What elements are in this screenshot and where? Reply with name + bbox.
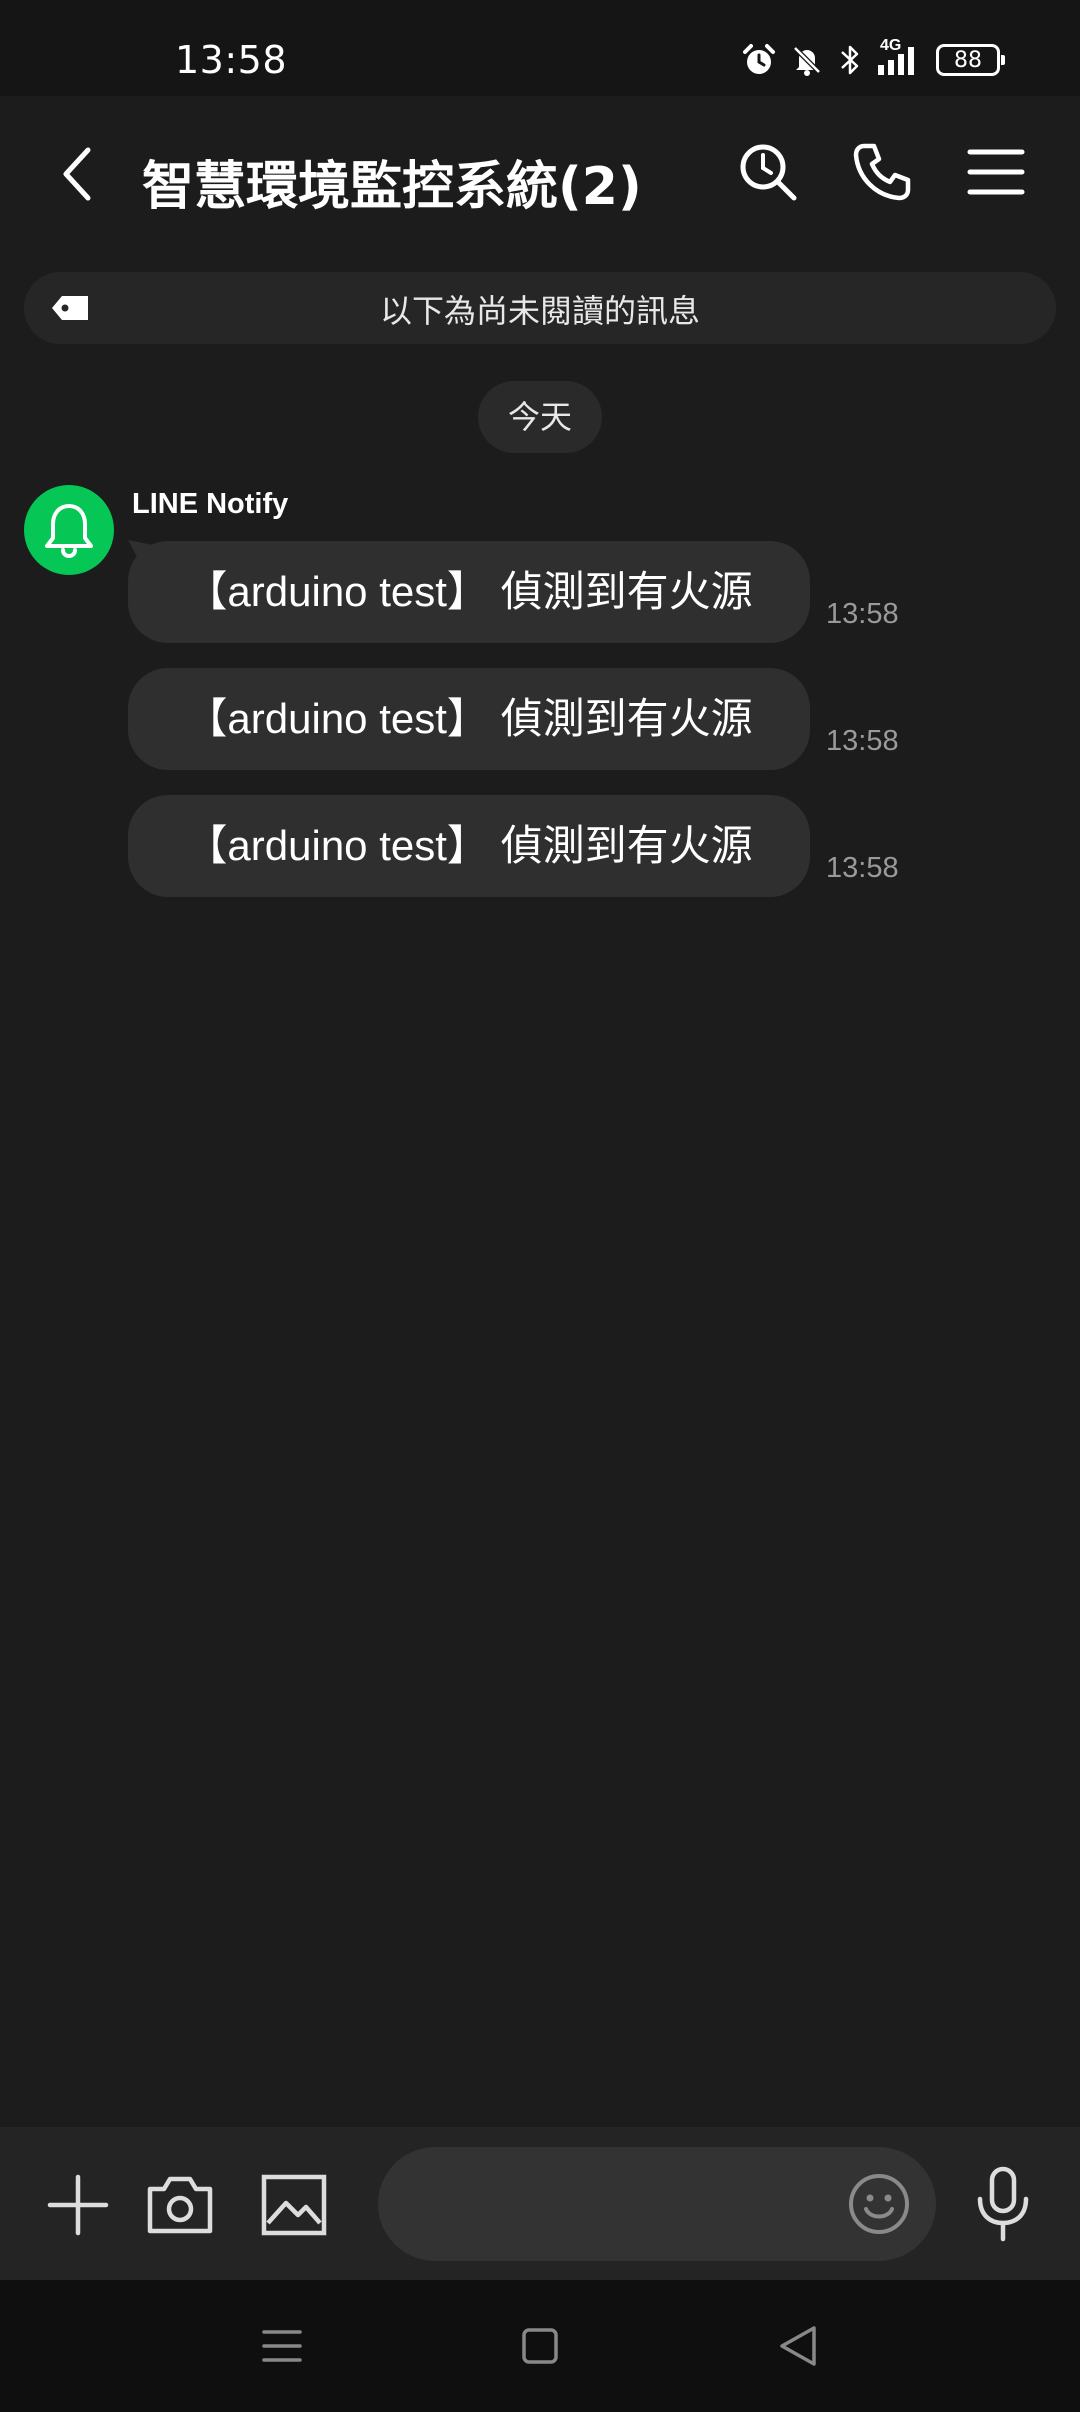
bell-icon xyxy=(45,504,93,559)
home-icon xyxy=(522,2328,558,2364)
camera-button[interactable] xyxy=(142,2167,218,2243)
status-bar: 13:58 4G 88 xyxy=(0,0,1080,96)
date-divider: 今天 xyxy=(478,381,602,453)
message-time: 13:58 xyxy=(826,852,899,884)
message-bubble[interactable]: 【arduino test】 偵測到有火源 xyxy=(128,541,810,643)
status-time: 13:58 xyxy=(175,38,288,82)
chat-header: 智慧環境監控系統(2) xyxy=(0,96,1080,260)
message-bubble[interactable]: 【arduino test】 偵測到有火源 xyxy=(128,795,810,897)
status-icons: 4G 88 xyxy=(742,37,1005,80)
image-button[interactable] xyxy=(256,2167,332,2243)
mic-icon xyxy=(977,2166,1029,2242)
message-time: 13:58 xyxy=(826,725,899,757)
sender-avatar[interactable] xyxy=(24,485,114,575)
sender-name: LINE Notify xyxy=(132,488,289,520)
back-icon xyxy=(63,147,91,201)
system-navigation-bar xyxy=(0,2280,1080,2412)
message-input-bar xyxy=(0,2127,1080,2280)
camera-icon xyxy=(147,2176,213,2234)
unread-banner-text: 以下為尚未閱讀的訊息 xyxy=(379,292,700,330)
search-icon xyxy=(740,144,797,201)
home-button[interactable] xyxy=(516,2322,564,2370)
bell-off-icon xyxy=(790,43,824,77)
network-type-label: 4G xyxy=(880,37,902,54)
message-time: 13:58 xyxy=(826,598,899,630)
back-triangle-icon xyxy=(780,2326,816,2366)
plus-button[interactable] xyxy=(40,2167,116,2243)
recents-icon xyxy=(262,2330,302,2362)
call-icon xyxy=(853,143,911,201)
image-icon xyxy=(261,2174,327,2236)
battery-icon: 88 xyxy=(936,44,1005,76)
chat-title[interactable]: 智慧環境監控系統(2) xyxy=(142,144,642,219)
signal-icon: 4G xyxy=(876,37,922,77)
emoji-button[interactable] xyxy=(846,2171,912,2237)
plus-icon xyxy=(47,2174,109,2236)
mic-button[interactable] xyxy=(970,2165,1036,2243)
emoji-icon xyxy=(849,2174,909,2234)
menu-icon xyxy=(967,149,1025,195)
menu-button[interactable] xyxy=(964,140,1028,204)
alarm-icon xyxy=(742,43,776,77)
nav-back-button[interactable] xyxy=(774,2322,822,2370)
message-bubble[interactable]: 【arduino test】 偵測到有火源 xyxy=(128,668,810,770)
unread-messages-banner: 以下為尚未閱讀的訊息 xyxy=(24,272,1056,344)
chat-screen: 13:58 4G 88 智慧環境監控系統(2) 以下為尚未閱讀的訊息 今天 LI… xyxy=(0,0,1080,2412)
recents-button[interactable] xyxy=(258,2322,306,2370)
call-button[interactable] xyxy=(850,140,914,204)
back-button[interactable] xyxy=(50,144,110,204)
search-button[interactable] xyxy=(736,140,800,204)
bluetooth-icon xyxy=(838,43,862,77)
